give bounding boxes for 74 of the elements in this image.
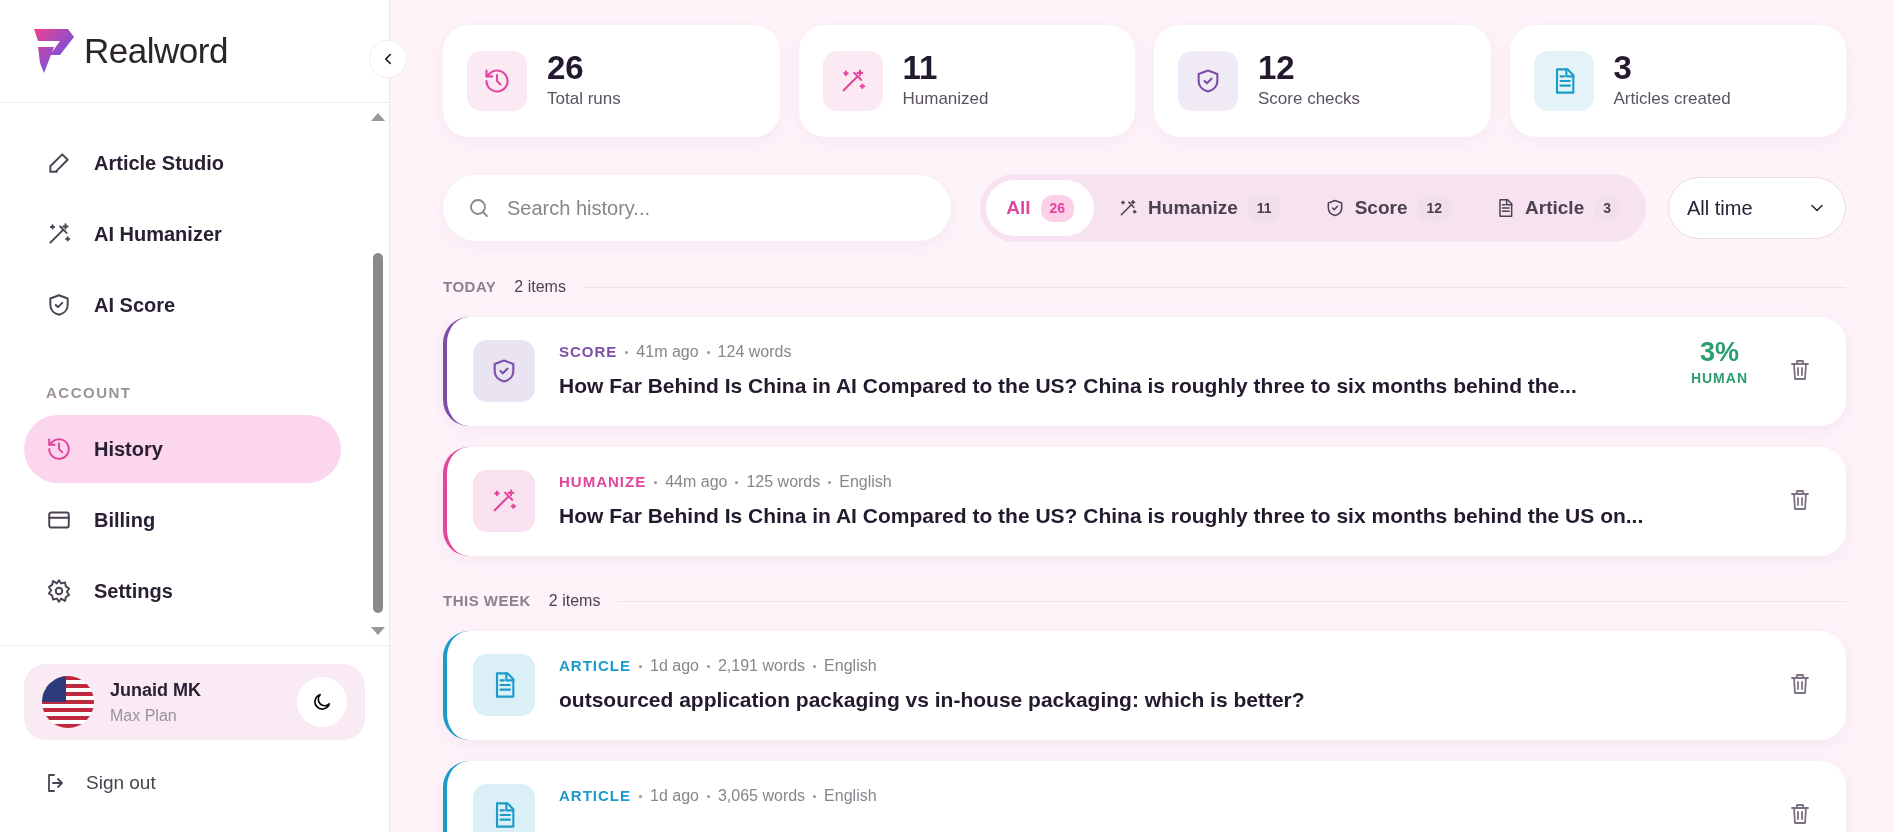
brand-name: Realword: [84, 29, 228, 72]
settings-icon: [46, 577, 72, 604]
group-count: 2 items: [548, 591, 601, 611]
meta-text: English: [824, 656, 877, 676]
history-title: outsourced application packaging vs in-house packaging: which is better?: [559, 687, 1305, 713]
type-label: SCORE: [559, 341, 618, 362]
filter-tab[interactable]: All 26: [986, 180, 1095, 236]
theme-toggle-button[interactable]: [297, 677, 347, 727]
stat-label: Score checks: [1258, 88, 1361, 111]
count-badge: 26: [1040, 194, 1075, 222]
sign-out-link[interactable]: Sign out: [24, 768, 162, 799]
type-label: ARTICLE: [559, 785, 631, 806]
filter-tab[interactable]: Article 3: [1475, 180, 1640, 236]
score-value: 3%: [1698, 338, 1740, 368]
history-card[interactable]: ARTICLE 1d ago 3,065 words English: [443, 761, 1846, 832]
stat-label: Humanized: [902, 88, 989, 111]
score-label: HUMAN: [1690, 368, 1748, 388]
meta-text: 3,065 words: [717, 786, 806, 806]
meta-text: 1d ago: [650, 786, 699, 806]
type-label: HUMANIZE: [559, 471, 647, 492]
group-title: TODAY: [443, 276, 497, 297]
pencil-icon: [46, 150, 72, 176]
trash-icon: [1788, 801, 1812, 826]
sidebar-item[interactable]: Billing: [24, 485, 341, 554]
filter-tab[interactable]: Humanize 11: [1098, 180, 1301, 236]
stat-label: Total runs: [547, 88, 621, 111]
user-name: Junaid MK: [110, 678, 201, 702]
history-card[interactable]: ARTICLE 1d ago 2,191 words English outsourced application packaging vs in-house packaging: which is better?: [443, 631, 1846, 740]
count-badge: 11: [1247, 194, 1281, 222]
history-icon: [46, 435, 72, 462]
stat-value: 12: [1258, 50, 1296, 87]
sidebar-item[interactable]: Settings: [24, 556, 341, 625]
meta-text: English: [824, 786, 877, 806]
magic-wand-icon: [46, 221, 72, 247]
group-title: THIS WEEK: [443, 590, 531, 611]
moon-icon: [311, 691, 333, 713]
meta-text: 1d ago: [650, 656, 699, 676]
sidebar-item[interactable]: Article Studio: [24, 129, 341, 197]
trash-icon: [1788, 671, 1812, 696]
magic-wand-icon: [1118, 198, 1139, 218]
history-card[interactable]: SCORE 41m ago 124 words How Far Behind Is China in AI Compared to the US? China is roughly three to six months behind the... 3% HUMAN: [443, 317, 1846, 426]
search-icon: [467, 196, 491, 220]
meta-text: 124 words: [717, 342, 792, 362]
meta-text: English: [839, 472, 892, 492]
meta-text: 125 words: [746, 472, 821, 492]
stat-label: Articles created: [1613, 88, 1731, 111]
shield-check-icon: [46, 292, 72, 318]
count-badge: 3: [1594, 194, 1620, 222]
trash-icon: [1788, 357, 1812, 382]
group-count: 2 items: [514, 277, 566, 297]
sidebar-item[interactable]: AI Humanizer: [24, 200, 341, 268]
stat-value: 26: [547, 50, 585, 87]
stat-value: 11: [902, 50, 939, 87]
section-label: ACCOUNT: [45, 383, 133, 403]
sidebar-item[interactable]: AI Score: [24, 271, 341, 339]
search-field[interactable]: Search history...: [443, 175, 951, 241]
sidebar-item[interactable]: History: [24, 414, 341, 483]
meta-text: 41m ago: [636, 342, 699, 362]
user-card[interactable]: Junaid MK Max Plan: [24, 664, 365, 740]
plan-name: Max Plan: [110, 705, 178, 726]
trash-icon: [1788, 487, 1812, 512]
meta-text: 44m ago: [665, 472, 728, 492]
flag-icon: [42, 676, 94, 728]
stat-value: 3: [1613, 50, 1633, 87]
history-card[interactable]: HUMANIZE 44m ago 125 words English How Far Behind Is China in AI Compared to the US? China is roughly three to six months behind the US on...: [443, 447, 1846, 556]
history-title: How Far Behind Is China in AI Compared to the US? China is roughly three to six months behind the...: [559, 373, 1577, 399]
scrollbar-thumb[interactable]: [373, 253, 383, 613]
type-label: ARTICLE: [559, 655, 631, 676]
history-title: How Far Behind Is China in AI Compared to the US? China is roughly three to six months behind the US on...: [559, 503, 1644, 529]
history-icon: [483, 67, 511, 95]
count-badge: 12: [1417, 194, 1452, 222]
period-select[interactable]: All time: [1668, 177, 1846, 239]
filter-tab[interactable]: Score 12: [1304, 180, 1472, 236]
meta-text: 2,191 words: [717, 656, 806, 676]
